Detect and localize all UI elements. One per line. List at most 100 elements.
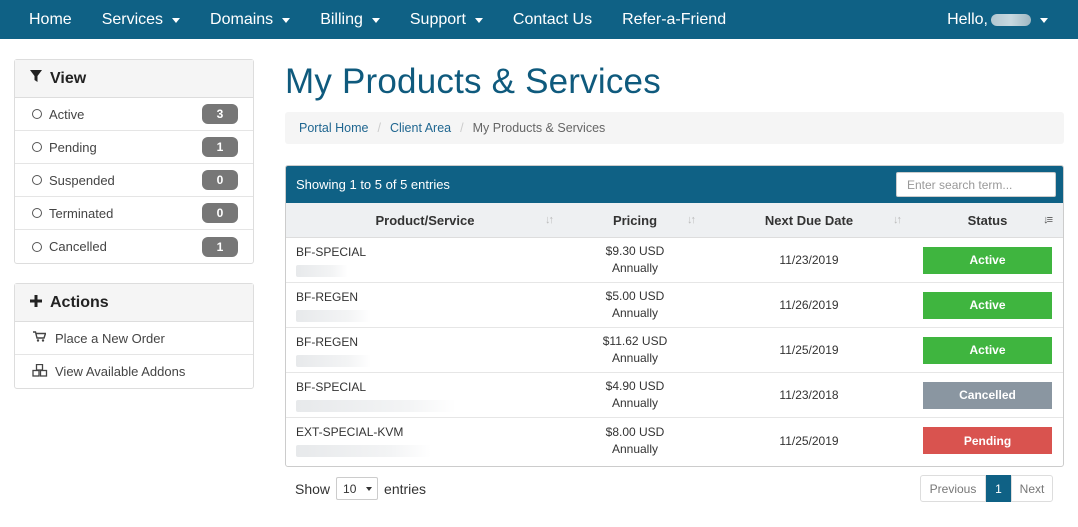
table-row[interactable]: BF-REGEN $11.62 USD Annually 11/25/2019 A…	[286, 328, 1063, 373]
user-menu[interactable]: Hello,	[932, 0, 1078, 39]
status-cell: Active	[912, 283, 1063, 327]
filter-label: Active	[49, 106, 85, 122]
show-label: Show	[295, 480, 331, 497]
status-cell: Active	[912, 328, 1063, 372]
page-title: My Products & Services	[285, 62, 661, 101]
pricing-cell: $11.62 USD Annually	[564, 328, 706, 372]
page-1-button[interactable]: 1	[986, 475, 1011, 502]
billing-cycle: Annually	[611, 396, 659, 410]
view-filter-terminated[interactable]: Terminated 0	[15, 197, 253, 230]
billing-cycle: Annually	[611, 351, 659, 365]
view-addons-link[interactable]: View Available Addons	[15, 355, 253, 388]
count-badge: 1	[202, 137, 238, 157]
nav-support[interactable]: Support	[395, 0, 498, 39]
view-filter-pending[interactable]: Pending 1	[15, 131, 253, 164]
view-filter-suspended[interactable]: Suspended 0	[15, 164, 253, 197]
column-header-pricing[interactable]: Pricing ↓↑	[564, 203, 706, 237]
due-date-cell: 11/23/2018	[706, 373, 912, 417]
price: $4.90 USD	[605, 379, 665, 393]
actions-panel: Actions Place a New Order View Available…	[14, 283, 254, 389]
column-header-next-due-date[interactable]: Next Due Date ↓↑	[706, 203, 912, 237]
redacted-domain	[296, 445, 431, 457]
status-cell: Cancelled	[912, 373, 1063, 417]
column-header-product[interactable]: Product/Service ↓↑	[286, 203, 564, 237]
view-filter-cancelled[interactable]: Cancelled 1	[15, 230, 253, 263]
filter-label: Suspended	[49, 172, 115, 188]
page-size-value: 10	[343, 481, 357, 496]
view-panel-header: View	[15, 60, 253, 98]
status-badge: Pending	[923, 427, 1052, 454]
due-date: 11/23/2019	[779, 253, 839, 267]
pagination: Previous 1 Next	[920, 475, 1053, 502]
pricing-cell: $4.90 USD Annually	[564, 373, 706, 417]
next-page-button[interactable]: Next	[1011, 475, 1053, 502]
billing-cycle: Annually	[611, 261, 659, 275]
nav-domains[interactable]: Domains	[195, 0, 305, 39]
status-badge: Active	[923, 246, 1052, 274]
due-date: 11/25/2019	[779, 343, 839, 357]
product-cell: BF-SPECIAL	[286, 373, 564, 417]
column-header-label: Product/Service	[375, 212, 475, 228]
sort-icon: ↓↑	[893, 214, 902, 226]
due-date: 11/23/2018	[779, 388, 839, 402]
filter-label: Pending	[49, 139, 97, 155]
user-greeting: Hello,	[947, 10, 988, 28]
breadcrumb-current: My Products & Services	[472, 121, 606, 135]
view-panel: View Active 3 Pending 1 Suspended 0 Termina…	[14, 59, 254, 264]
table-row[interactable]: BF-REGEN $5.00 USD Annually 11/26/2019 Ac…	[286, 283, 1063, 328]
plus-icon	[30, 294, 42, 312]
product-cell: BF-SPECIAL	[286, 238, 564, 282]
radio-icon	[32, 142, 42, 152]
breadcrumb-portal-home[interactable]: Portal Home	[299, 121, 368, 135]
chevron-down-icon	[172, 18, 181, 23]
due-date-cell: 11/23/2019	[706, 238, 912, 282]
nav-contact-us[interactable]: Contact Us	[498, 0, 607, 39]
table-row[interactable]: EXT-SPECIAL-KVM $8.00 USD Annually 11/25/…	[286, 418, 1063, 463]
table-row[interactable]: BF-SPECIAL $9.30 USD Annually 11/23/2019 …	[286, 238, 1063, 283]
place-new-order-link[interactable]: Place a New Order	[15, 322, 253, 355]
filter-label: Terminated	[49, 205, 114, 221]
chevron-down-icon	[474, 18, 483, 23]
previous-page-button[interactable]: Previous	[920, 475, 986, 502]
sort-icon: ↓↑	[687, 214, 696, 226]
due-date: 11/25/2019	[779, 433, 839, 448]
page-size-select[interactable]: 10	[336, 477, 379, 500]
search-input[interactable]	[896, 172, 1056, 197]
action-label: Place a New Order	[55, 330, 165, 346]
nav-refer-a-friend[interactable]: Refer-a-Friend	[607, 0, 741, 39]
table-row[interactable]: BF-SPECIAL $4.90 USD Annually 11/23/2018 …	[286, 373, 1063, 418]
view-filter-active[interactable]: Active 3	[15, 98, 253, 131]
nav-contact-us-label: Contact Us	[512, 10, 593, 28]
filter-label: Cancelled	[49, 239, 107, 254]
filter-icon	[30, 69, 42, 88]
top-navbar: Home Services Domains Billing Support Co…	[0, 0, 1078, 39]
services-table: Showing 1 to 5 of 5 entries Product/Serv…	[285, 165, 1064, 467]
redacted-domain	[296, 400, 456, 412]
radio-icon	[32, 175, 42, 185]
pricing-cell: $5.00 USD Annually	[564, 283, 706, 327]
chevron-down-icon	[282, 18, 291, 23]
pricing-cell: $8.00 USD Annually	[564, 418, 706, 463]
nav-billing[interactable]: Billing	[305, 0, 395, 39]
breadcrumb-client-area[interactable]: Client Area	[390, 121, 451, 135]
count-badge: 0	[202, 203, 238, 223]
column-header-status[interactable]: Status ↓≡	[912, 203, 1063, 237]
redacted-domain	[296, 310, 371, 322]
entries-label: entries	[384, 480, 427, 497]
due-date-cell: 11/25/2019	[706, 418, 912, 463]
nav-services[interactable]: Services	[87, 0, 195, 39]
breadcrumb: Portal Home / Client Area / My Products …	[285, 112, 1064, 144]
product-name: EXT-SPECIAL-KVM	[296, 425, 404, 439]
count-badge: 1	[202, 236, 238, 257]
nav-services-label: Services	[101, 10, 164, 28]
nav-domains-label: Domains	[210, 10, 274, 28]
column-header-label: Pricing	[612, 212, 658, 228]
radio-icon	[32, 208, 42, 218]
price: $11.62 USD	[602, 334, 668, 348]
product-name: BF-SPECIAL	[296, 245, 367, 259]
table-header-bar: Showing 1 to 5 of 5 entries	[286, 166, 1063, 203]
status-cell: Active	[912, 238, 1063, 282]
nav-home[interactable]: Home	[0, 0, 87, 39]
due-date-cell: 11/25/2019	[706, 328, 912, 372]
page-size-control: Show 10 entries	[295, 477, 426, 500]
